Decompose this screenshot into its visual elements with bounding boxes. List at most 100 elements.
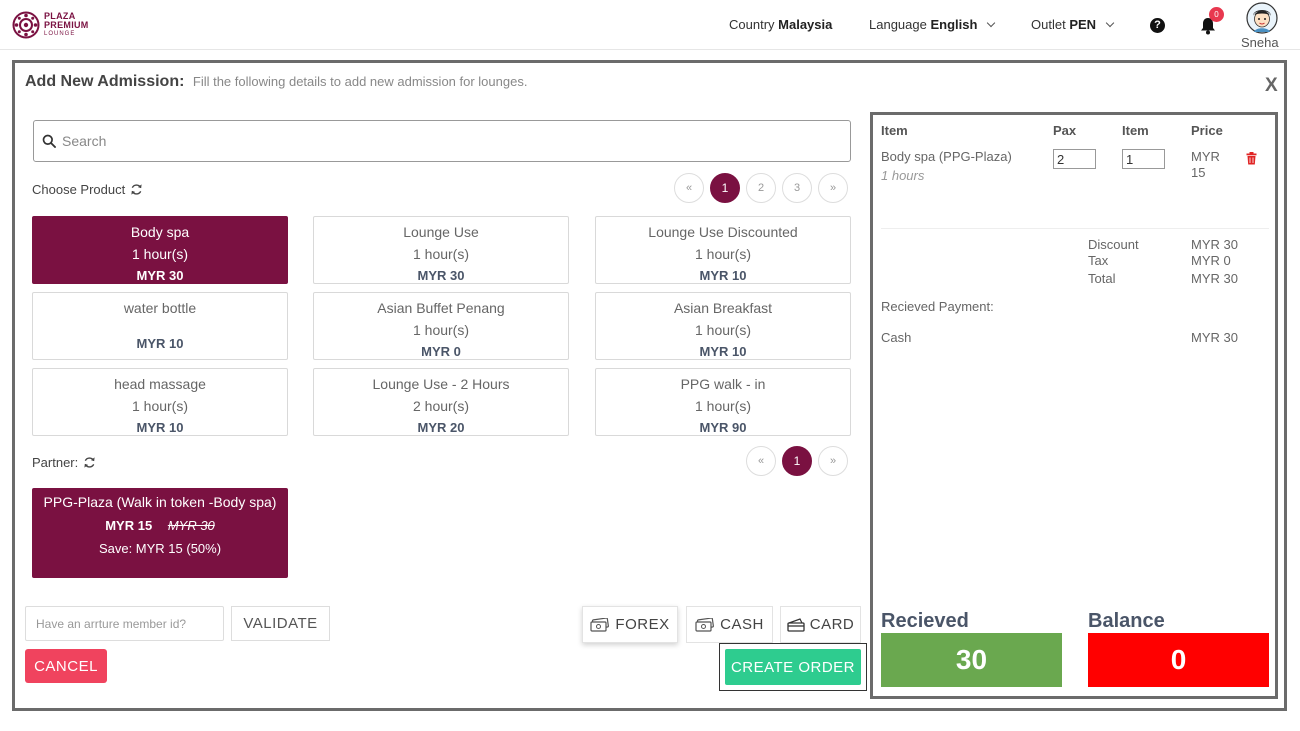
product-card-asian-breakfast[interactable]: Asian Breakfast 1 hour(s) MYR 10 (595, 292, 851, 360)
product-price: MYR 10 (699, 344, 747, 359)
product-duration: 1 hour(s) (131, 246, 189, 262)
product-card-lounge-use-discounted[interactable]: Lounge Use Discounted 1 hour(s) MYR 10 (595, 216, 851, 284)
user-avatar[interactable] (1246, 2, 1278, 34)
total-value: MYR 30 (1191, 271, 1238, 286)
logo-line-2: PREMIUM (44, 19, 89, 30)
line-item-price-amount: 15 (1191, 165, 1206, 180)
country-label: Country (729, 17, 775, 32)
partner-heading: Partner: (32, 455, 96, 470)
product-duration: 1 hour(s) (131, 398, 189, 414)
discount-value: MYR 30 (1191, 237, 1238, 252)
partner-label: Partner: (32, 455, 79, 470)
cash-button[interactable]: CASH (686, 606, 773, 643)
product-duration: 1 hour(s) (694, 322, 752, 338)
partner-page-1-button[interactable]: 1 (782, 446, 812, 476)
product-duration: 1 hour(s) (412, 246, 470, 262)
page-3-button[interactable]: 3 (782, 173, 812, 203)
modal-title: Add New Admission: Fill the following de… (25, 73, 527, 91)
language-value: English (930, 17, 978, 32)
product-name: Lounge Use (403, 224, 479, 240)
language-label: Language (869, 17, 927, 32)
cancel-button[interactable]: CANCEL (25, 649, 107, 683)
col-header-price: Price (1191, 123, 1223, 138)
refresh-icon[interactable] (130, 183, 143, 196)
partner-page-prev-button[interactable]: « (746, 446, 776, 476)
product-duration: 1 hour(s) (694, 246, 752, 262)
tax-value: MYR 0 (1191, 253, 1231, 268)
page-next-button[interactable]: » (818, 173, 848, 203)
product-search-box[interactable] (33, 120, 851, 162)
col-header-item-qty: Item (1122, 123, 1149, 138)
product-price: MYR 10 (136, 336, 184, 351)
language-selector[interactable]: Language English (869, 17, 996, 32)
modal-heading: Add New Admission: (25, 73, 185, 90)
brand-logo[interactable]: PLAZA PREMIUM LOUNGE (12, 11, 89, 39)
partner-pagination: « 1 » (746, 446, 848, 476)
plaza-premium-logo-icon (12, 11, 40, 39)
user-name: Sneha (1241, 35, 1279, 50)
product-card-head-massage[interactable]: head massage 1 hour(s) MYR 10 (32, 368, 288, 436)
product-name: head massage (114, 376, 206, 392)
product-duration: 1 hour(s) (694, 398, 752, 414)
create-order-button[interactable]: CREATE ORDER (725, 649, 861, 685)
balance-amount-box: 0 (1088, 633, 1269, 687)
credit-card-icon (787, 617, 805, 632)
product-card-ppg-walk-in[interactable]: PPG walk - in 1 hour(s) MYR 90 (595, 368, 851, 436)
partner-price: MYR 15 (105, 518, 153, 533)
search-input[interactable] (62, 133, 822, 149)
validate-button[interactable]: VALIDATE (231, 606, 330, 641)
product-card-lounge-use[interactable]: Lounge Use 1 hour(s) MYR 30 (313, 216, 569, 284)
col-header-pax: Pax (1053, 123, 1077, 138)
forex-button[interactable]: FOREX (582, 606, 678, 643)
help-icon[interactable]: ? (1150, 18, 1165, 33)
product-card-water-bottle[interactable]: water bottle MYR 10 (32, 292, 288, 360)
line-item-duration: 1 hours (881, 168, 925, 183)
product-duration: 2 hour(s) (412, 398, 470, 414)
item-qty-input[interactable] (1122, 149, 1165, 169)
search-icon (42, 134, 56, 148)
received-label: Recieved (881, 610, 969, 632)
product-card-lounge-use-2-hours[interactable]: Lounge Use - 2 Hours 2 hour(s) MYR 20 (313, 368, 569, 436)
discount-label: Discount (1088, 237, 1139, 252)
summary-divider (881, 228, 1269, 229)
card-button[interactable]: CARD (780, 606, 861, 643)
money-icon (590, 617, 610, 632)
pax-input[interactable] (1053, 149, 1096, 169)
top-navbar: PLAZA PREMIUM LOUNGE Country Malaysia La… (0, 0, 1300, 50)
member-id-input[interactable] (25, 606, 224, 641)
product-price: MYR 30 (417, 268, 465, 283)
add-admission-modal: Add New Admission: Fill the following de… (12, 60, 1287, 711)
product-name: Asian Breakfast (673, 300, 773, 316)
page-1-button[interactable]: 1 (710, 173, 740, 203)
country-selector[interactable]: Country Malaysia (729, 17, 832, 32)
country-value: Malaysia (778, 17, 833, 32)
page-prev-button[interactable]: « (674, 173, 704, 203)
product-name: Body spa (130, 224, 190, 240)
order-summary-panel: Item Pax Item Price Body spa (PPG-Plaza)… (870, 112, 1278, 699)
outlet-selector[interactable]: Outlet PEN (1031, 17, 1114, 32)
product-price: MYR 10 (699, 268, 747, 283)
chevron-down-icon (1105, 18, 1114, 28)
trash-icon[interactable] (1246, 152, 1257, 165)
modal-description: Fill the following details to add new ad… (192, 74, 528, 89)
notification-count-badge: 0 (1209, 7, 1224, 22)
create-order-focus-frame: CREATE ORDER (719, 643, 867, 691)
product-price: MYR 20 (417, 420, 465, 435)
cash-label: CASH (720, 616, 764, 633)
line-item-name: Body spa (PPG-Plaza) (881, 149, 1012, 164)
chevron-down-icon (986, 18, 996, 28)
product-price: MYR 0 (421, 344, 461, 359)
money-icon (695, 617, 715, 632)
page-2-button[interactable]: 2 (746, 173, 776, 203)
balance-label: Balance (1088, 610, 1165, 632)
close-modal-button[interactable]: X (1265, 75, 1278, 97)
total-label: Total (1088, 271, 1116, 286)
forex-label: FOREX (615, 616, 670, 633)
product-card-body-spa[interactable]: Body spa 1 hour(s) MYR 30 (32, 216, 288, 284)
partner-card-ppg-plaza[interactable]: PPG-Plaza (Walk in token -Body spa) MYR … (32, 488, 288, 578)
product-name: Lounge Use - 2 Hours (372, 376, 510, 392)
partner-page-next-button[interactable]: » (818, 446, 848, 476)
product-card-asian-buffet-penang[interactable]: Asian Buffet Penang 1 hour(s) MYR 0 (313, 292, 569, 360)
product-name: Asian Buffet Penang (377, 300, 505, 316)
refresh-icon[interactable] (83, 456, 96, 469)
